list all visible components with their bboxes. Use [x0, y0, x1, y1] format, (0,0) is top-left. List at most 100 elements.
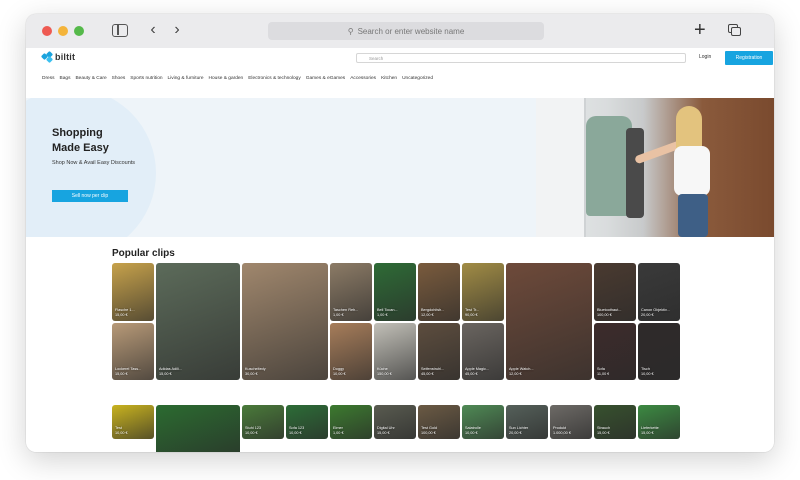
clip-card[interactable]: Doggy 10,00 € — [330, 323, 372, 380]
browser-window: ‹ › ⚲ Search or enter website name + bil… — [26, 14, 774, 452]
clip-name: Sun Lichter — [509, 426, 529, 430]
clip-name: Apple Magic... — [465, 367, 490, 371]
category-link[interactable]: Shoes — [112, 76, 126, 81]
popular-clips-title: Popular clips — [112, 248, 175, 259]
clip-label: Bell Tocan... 1,00 € — [377, 308, 398, 317]
site-header: biltit Search Login Registration — [26, 48, 774, 68]
clip-price: 90,00 € — [465, 312, 478, 317]
clip-price: 100,00 € — [421, 430, 436, 435]
hero-subtitle: Shop Now & Avail Easy Discounts — [52, 160, 136, 166]
clip-card[interactable]: Küche 150,00 € — [374, 323, 416, 380]
clip-price: 20,00 € — [641, 312, 654, 317]
logo-mark-icon — [40, 50, 54, 64]
maximize-window-button[interactable] — [74, 26, 84, 36]
clip-label: Strauch 15,00 € — [597, 426, 610, 435]
hero-image — [536, 98, 774, 237]
clip-card[interactable]: Test Tr... 90,00 € — [462, 263, 504, 321]
category-link[interactable]: Beauty & Care — [75, 76, 106, 81]
clip-label: Digital Uhr 15,00 € — [377, 426, 395, 435]
clip-card[interactable]: Kuscheltedy 30,00 € — [242, 263, 328, 380]
clip-price: 15,00 € — [597, 430, 610, 435]
hero-background-shape — [26, 98, 156, 237]
woman-top — [674, 146, 710, 196]
clip-card[interactable]: Tisch 10,00 € — [638, 323, 680, 380]
clip-label: Apple Magic... 45,00 € — [465, 367, 489, 376]
hero-banner: Shopping Made Easy Shop Now & Avail Easy… — [26, 98, 774, 237]
clip-name: Lieferkette — [641, 426, 659, 430]
clip-price: 1,00 € — [333, 430, 344, 435]
category-link[interactable]: Electronics & technology — [248, 76, 301, 81]
category-link[interactable]: Games & eGames — [306, 76, 345, 81]
clip-card[interactable]: Test 10,00 € — [112, 405, 154, 439]
hanging-jacket — [626, 128, 644, 218]
login-link[interactable]: Login — [699, 54, 711, 60]
hero-title-line1: Shopping — [52, 127, 103, 139]
clip-name: Lockerel Tass... — [115, 367, 142, 371]
address-bar[interactable]: ⚲ Search or enter website name — [268, 22, 544, 40]
sell-now-button[interactable]: Sell now per clip — [52, 190, 128, 202]
clip-name: Digital Uhr — [377, 426, 395, 430]
clip-label: Bergdohitsh... 12,00 € — [421, 308, 444, 317]
clip-label: Lockerel Tass... 15,00 € — [115, 367, 141, 376]
clip-card[interactable]: Lieferkette 15,00 € — [638, 405, 680, 439]
category-link[interactable]: Sports nutrition — [130, 76, 162, 81]
clip-card[interactable] — [156, 405, 240, 452]
category-link[interactable]: Uncategorized — [402, 76, 433, 81]
clip-card[interactable]: Digital Uhr 15,00 € — [374, 405, 416, 439]
clip-card[interactable]: Taschen Reh... 1,00 € — [330, 263, 372, 321]
clip-price: 12,00 € — [421, 312, 434, 317]
category-link[interactable]: Accessories — [350, 76, 376, 81]
new-tab-plus-icon[interactable]: + — [694, 19, 706, 41]
clip-card[interactable]: Adidas Adili... 15,00 € — [156, 263, 240, 380]
clip-name: Strauch — [597, 426, 611, 430]
clip-card[interactable]: Flasche 1... 15,00 € — [112, 263, 154, 321]
clip-card[interactable]: Bergdohitsh... 12,00 € — [418, 263, 460, 321]
category-link[interactable]: Kitchen — [381, 76, 397, 81]
clip-card[interactable]: Test Gold 100,00 € — [418, 405, 460, 439]
clip-price: 10,00 € — [115, 430, 128, 435]
close-window-button[interactable] — [42, 26, 52, 36]
clip-card[interactable]: Stuhl 123 10,00 € — [242, 405, 284, 439]
minimize-window-button[interactable] — [58, 26, 68, 36]
clip-price: 30,00 € — [245, 371, 258, 376]
clip-card[interactable]: Apple Magic... 45,00 € — [462, 323, 504, 380]
category-link[interactable]: House & garden — [209, 76, 244, 81]
clip-price: 12,00 € — [509, 371, 522, 376]
clip-name: Salatrolle — [465, 426, 481, 430]
clip-card[interactable]: Canon Objektiv... 20,00 € — [638, 263, 680, 321]
clip-card[interactable]: Seifenstruhl... 45,00 € — [418, 323, 460, 380]
category-link[interactable]: Living & furniture — [168, 76, 204, 81]
clip-card[interactable]: Sofa 123 10,00 € — [286, 405, 328, 439]
back-arrow-icon[interactable]: ‹ — [144, 21, 162, 39]
web-page: biltit Search Login Registration Dress Ba… — [26, 48, 774, 452]
clip-label: Kuscheltedy 30,00 € — [245, 367, 266, 376]
clip-card[interactable]: Apple Watch... 12,00 € — [506, 263, 592, 380]
category-link[interactable]: Bags — [60, 76, 71, 81]
clip-card[interactable]: Bluetoothaut... 100,00 € — [594, 263, 636, 321]
sidebar-toggle-icon[interactable] — [112, 24, 128, 37]
clip-price: 10,00 € — [289, 430, 302, 435]
site-logo[interactable]: biltit — [40, 50, 75, 64]
clip-label: Seifenstruhl... 45,00 € — [421, 367, 444, 376]
clip-card[interactable]: Salatrolle 10,00 € — [462, 405, 504, 439]
browser-toolbar: ‹ › ⚲ Search or enter website name + — [26, 14, 774, 48]
clip-card[interactable]: Lockerel Tass... 15,00 € — [112, 323, 154, 380]
clip-price: 11,00 € — [597, 371, 610, 376]
clip-card[interactable]: Bell Tocan... 1,00 € — [374, 263, 416, 321]
clip-card[interactable]: Strauch 15,00 € — [594, 405, 636, 439]
woman-jeans — [678, 194, 708, 237]
site-search-input[interactable]: Search — [356, 53, 686, 63]
clip-label: Salatrolle 10,00 € — [465, 426, 481, 435]
forward-arrow-icon[interactable]: › — [168, 21, 186, 39]
category-link[interactable]: Dress — [42, 76, 55, 81]
clip-card[interactable]: Eimer 1,00 € — [330, 405, 372, 439]
tab-overview-icon[interactable] — [728, 24, 742, 37]
registration-button[interactable]: Registration — [725, 51, 773, 65]
clip-card[interactable]: Sofa 11,00 € — [594, 323, 636, 380]
hero-title: Shopping Made Easy — [52, 126, 172, 156]
clip-name: Stuhl 123 — [245, 426, 262, 430]
clip-label: Lieferkette 15,00 € — [641, 426, 659, 435]
clip-label: Sofa 11,00 € — [597, 367, 609, 376]
clip-card[interactable]: Sun Lichter 20,00 € — [506, 405, 548, 439]
clip-card[interactable]: Produkt 1.000,00 € — [550, 405, 592, 439]
